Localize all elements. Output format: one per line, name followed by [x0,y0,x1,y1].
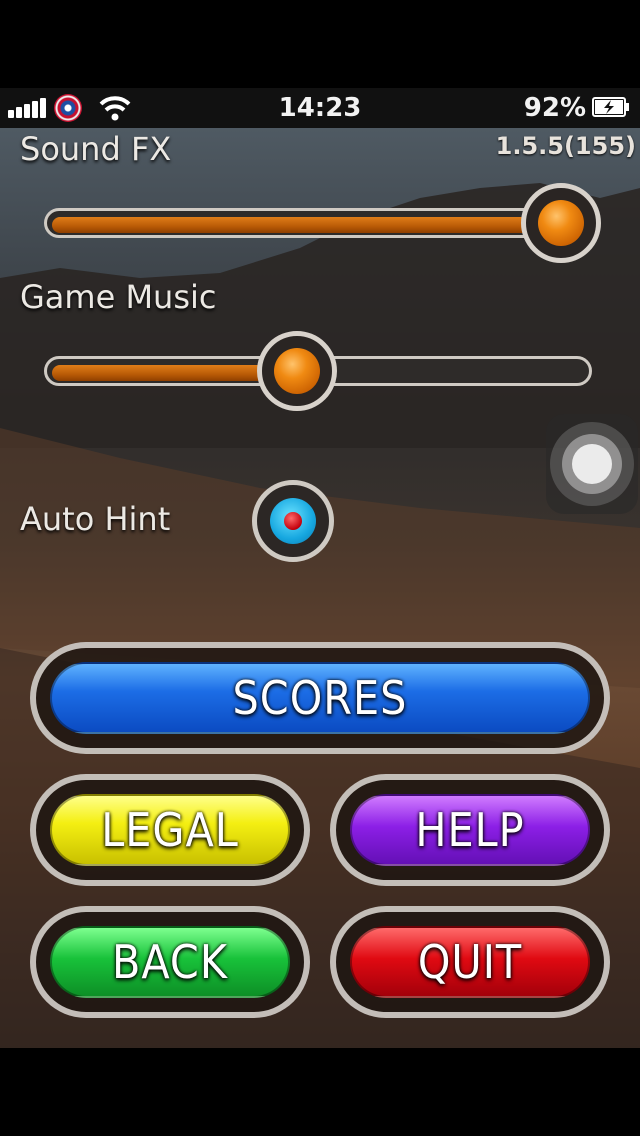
legal-button[interactable]: LEGAL [50,794,290,866]
battery-percent: 92% [523,93,586,123]
scores-button-frame: SCORES [30,642,610,754]
back-button-frame: BACK [30,906,310,1018]
slider-fill [52,217,564,233]
scores-button[interactable]: SCORES [50,662,590,734]
game-music-slider[interactable] [44,331,592,411]
auto-hint-toggle[interactable] [252,480,334,562]
slider-track[interactable] [44,208,592,238]
legal-button-frame: LEGAL [30,774,310,886]
assistive-ring-inner [572,444,612,484]
slider-thumb[interactable] [256,331,337,411]
help-button-frame: HELP [330,774,610,886]
toggle-dot-icon [284,512,302,530]
quit-button[interactable]: QUIT [350,926,590,998]
slider-thumb[interactable] [520,183,601,263]
version-label: 1.5.5(155) [495,132,636,160]
sound-fx-slider[interactable] [44,183,601,263]
toggle-ring [270,498,316,544]
settings-screen: Sound FX 1.5.5(155) Game Music Auto Hint… [0,128,640,1048]
assistive-touch-button[interactable] [546,414,638,514]
status-bar: 14:23 92% [0,88,640,128]
game-music-label: Game Music [20,278,217,316]
help-button[interactable]: HELP [350,794,590,866]
sound-fx-label: Sound FX [20,130,172,168]
battery-charging-icon [592,97,629,117]
quit-button-frame: QUIT [330,906,610,1018]
auto-hint-label: Auto Hint [20,500,171,538]
back-button[interactable]: BACK [50,926,290,998]
